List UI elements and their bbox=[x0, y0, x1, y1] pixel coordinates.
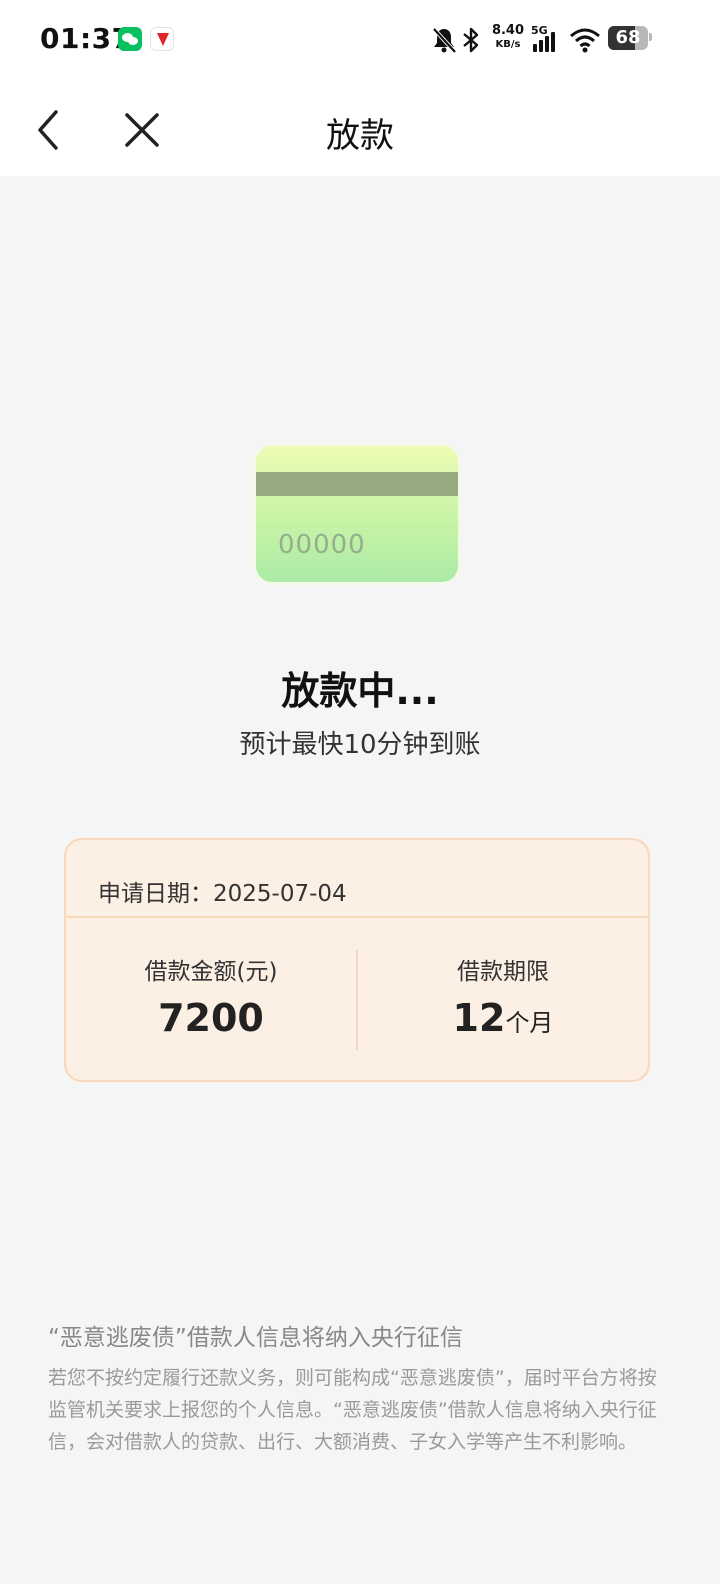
page-title: 放款 bbox=[326, 116, 394, 156]
battery-level: 68 bbox=[615, 27, 641, 48]
notice-body: 若您不按约定履行还款义务，则可能构成“恶意逃废债”，届时平台方将按监管机关要求上… bbox=[48, 1367, 657, 1453]
cellular-signal-icon: 5G bbox=[531, 24, 561, 54]
wechat-notification-icon bbox=[118, 27, 142, 51]
network-speed-unit: KB/s bbox=[495, 39, 521, 50]
loan-term-value: 12个月 bbox=[358, 996, 648, 1040]
loan-term-section: 借款期限 12个月 bbox=[358, 918, 648, 1080]
loan-amount-section: 借款金额(元) 7200 bbox=[66, 918, 356, 1080]
nav-bar: 放款 bbox=[0, 84, 720, 176]
network-speed: 8.40 KB/s bbox=[488, 24, 528, 52]
bank-card-illustration: 00000 bbox=[256, 446, 458, 582]
wifi-icon bbox=[570, 28, 600, 53]
notice-title: “恶意逃废债”借款人信息将纳入央行征信 bbox=[48, 1325, 463, 1351]
card-stripe bbox=[256, 472, 458, 496]
loan-info-panel: 申请日期：2025-07-04 借款金额(元) 7200 借款期限 12个月 bbox=[64, 838, 650, 1082]
loan-status-subtitle: 预计最快10分钟到账 bbox=[239, 730, 481, 760]
card-number: 00000 bbox=[278, 530, 366, 560]
loan-amount-label: 借款金额(元) bbox=[144, 959, 278, 985]
app-notification-icon bbox=[150, 27, 174, 51]
bluetooth-icon bbox=[463, 27, 479, 53]
network-speed-value: 8.40 bbox=[491, 23, 525, 38]
loan-term-label: 借款期限 bbox=[457, 959, 549, 985]
loan-amount-value: 7200 bbox=[158, 996, 264, 1040]
loan-term-unit: 个月 bbox=[505, 1009, 554, 1037]
loan-term-number: 12 bbox=[452, 996, 506, 1040]
apply-date: 申请日期：2025-07-04 bbox=[98, 881, 347, 907]
loan-status-title: 放款中... bbox=[281, 669, 439, 713]
battery-icon: 68 bbox=[608, 26, 648, 50]
bell-muted-icon bbox=[432, 27, 457, 54]
status-bar: 01:37 8.40 KB/s 5G 68 bbox=[0, 0, 720, 84]
